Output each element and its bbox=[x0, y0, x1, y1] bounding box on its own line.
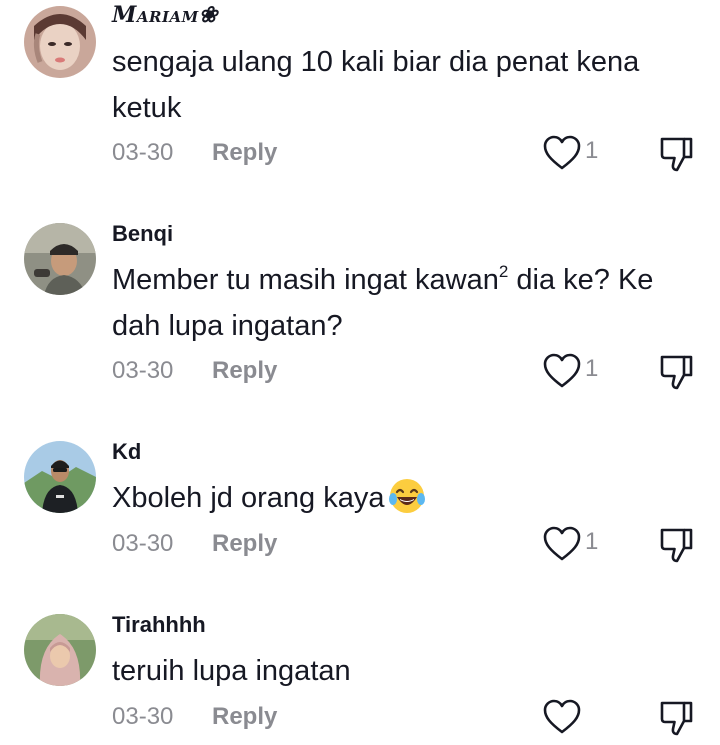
like-button[interactable]: 1 bbox=[543, 353, 613, 389]
comment-text: Member tu masih ingat kawan2 dia ke? Ke … bbox=[112, 257, 702, 349]
like-button[interactable]: 1 bbox=[543, 526, 613, 562]
comment-text-main: Member tu masih ingat kawan bbox=[112, 264, 499, 296]
comment-text: sengaja ulang 10 kali biar dia penat ken… bbox=[112, 46, 640, 124]
like-count: 1 bbox=[585, 355, 599, 382]
heart-icon bbox=[543, 135, 581, 170]
username[interactable]: Tirahhhh bbox=[112, 612, 206, 638]
thumbs-down-icon bbox=[660, 355, 693, 390]
dislike-button[interactable] bbox=[659, 135, 695, 173]
like-button[interactable]: 1 bbox=[543, 135, 613, 171]
comment-date: 03-30 bbox=[112, 530, 174, 557]
comment-text-main: Xboleh jd orang kaya bbox=[112, 482, 385, 514]
dislike-button[interactable] bbox=[659, 353, 695, 391]
heart-icon bbox=[543, 526, 581, 561]
comment-text: teruih lupa ingatan bbox=[112, 655, 351, 687]
comment-date: 03-30 bbox=[112, 357, 174, 384]
username[interactable]: Benqi bbox=[112, 221, 173, 247]
like-count: 1 bbox=[585, 528, 599, 555]
comment-text: Xboleh jd orang kaya bbox=[112, 475, 702, 521]
heart-icon bbox=[543, 353, 581, 388]
avatar[interactable] bbox=[24, 223, 96, 295]
reply-button[interactable]: Reply bbox=[212, 530, 277, 558]
comment-date: 03-30 bbox=[112, 703, 174, 730]
reply-button[interactable]: Reply bbox=[212, 703, 277, 731]
thumbs-down-icon bbox=[660, 528, 693, 563]
face-with-tears-of-joy-icon bbox=[389, 479, 426, 513]
comment-date: 03-30 bbox=[112, 139, 174, 166]
avatar[interactable] bbox=[24, 614, 96, 686]
thumbs-down-icon bbox=[660, 137, 693, 172]
reply-button[interactable]: Reply bbox=[212, 139, 277, 167]
dislike-button[interactable] bbox=[659, 526, 695, 564]
avatar[interactable] bbox=[24, 6, 96, 78]
like-count: 1 bbox=[585, 137, 599, 164]
thumbs-down-icon bbox=[660, 701, 693, 736]
dislike-button[interactable] bbox=[659, 699, 695, 737]
heart-icon bbox=[543, 699, 581, 734]
like-button[interactable] bbox=[543, 699, 613, 735]
username[interactable]: Kd bbox=[112, 439, 141, 465]
username[interactable]: Mariam❀ bbox=[112, 2, 218, 28]
superscript: 2 bbox=[498, 262, 509, 281]
reply-button[interactable]: Reply bbox=[212, 357, 277, 385]
avatar[interactable] bbox=[24, 441, 96, 513]
